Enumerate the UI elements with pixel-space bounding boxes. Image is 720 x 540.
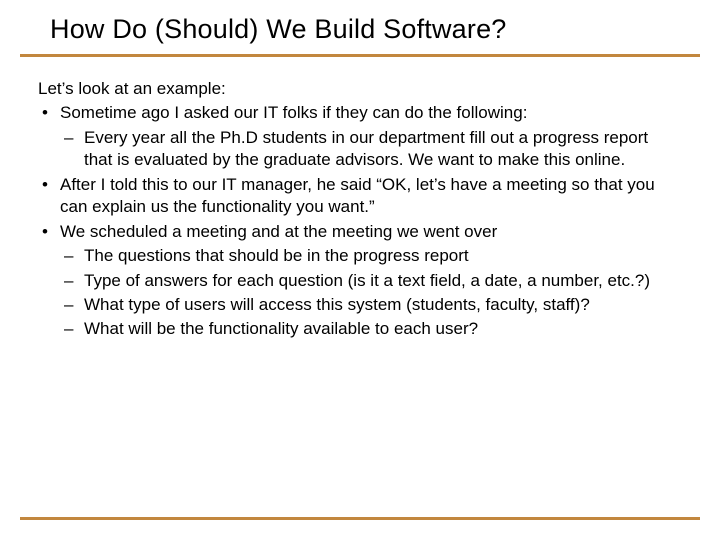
sub-item: Type of answers for each question (is it… [60, 270, 680, 292]
bullet-item: Sometime ago I asked our IT folks if the… [38, 102, 680, 171]
sub-item: The questions that should be in the prog… [60, 245, 680, 267]
sub-list: The questions that should be in the prog… [60, 245, 680, 341]
divider-top [20, 54, 700, 57]
sub-item: What will be the functionality available… [60, 318, 680, 340]
bullet-text: Sometime ago I asked our IT folks if the… [60, 103, 527, 122]
bullet-text: We scheduled a meeting and at the meetin… [60, 222, 497, 241]
sub-item: Every year all the Ph.D students in our … [60, 127, 680, 172]
sub-item: What type of users will access this syst… [60, 294, 680, 316]
slide-body: Let’s look at an example: Sometime ago I… [38, 78, 680, 341]
divider-bottom [20, 517, 700, 520]
sub-list: Every year all the Ph.D students in our … [60, 127, 680, 172]
bullet-list: Sometime ago I asked our IT folks if the… [38, 102, 680, 340]
bullet-item: We scheduled a meeting and at the meetin… [38, 221, 680, 341]
bullet-item: After I told this to our IT manager, he … [38, 174, 680, 219]
bullet-text: After I told this to our IT manager, he … [60, 175, 655, 216]
slide-title: How Do (Should) We Build Software? [50, 14, 720, 45]
intro-text: Let’s look at an example: [38, 78, 680, 100]
